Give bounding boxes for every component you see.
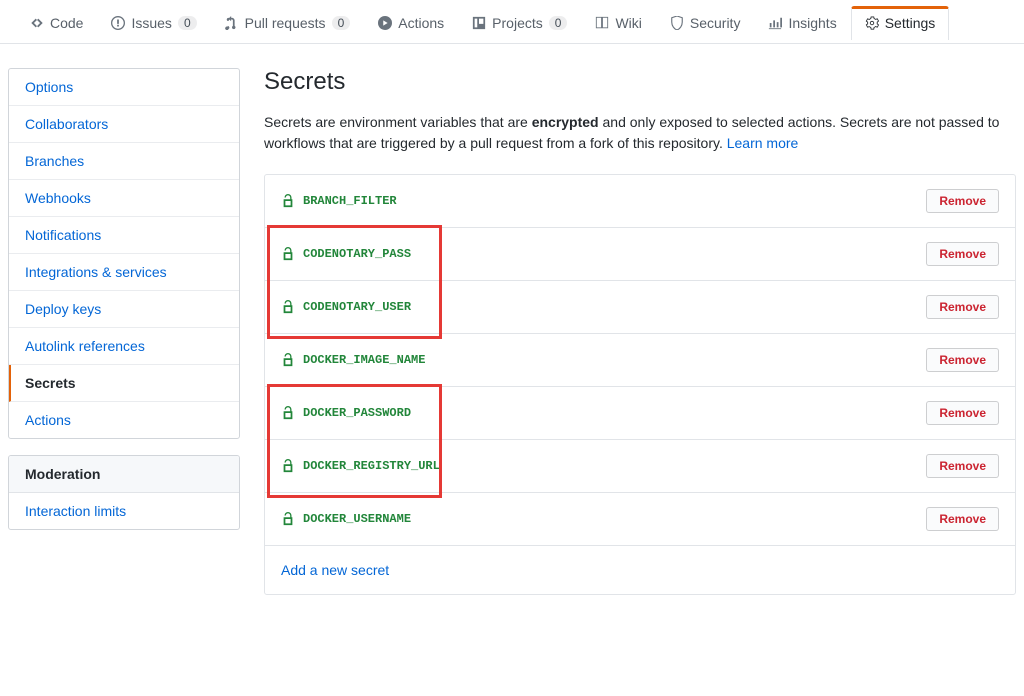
pulls-count: 0	[332, 16, 351, 30]
remove-button[interactable]: Remove	[926, 189, 999, 213]
lock-icon	[281, 247, 295, 261]
secret-name: BRANCH_FILTER	[303, 194, 397, 208]
play-icon	[378, 16, 392, 30]
lock-icon	[281, 300, 295, 314]
tab-security[interactable]: Security	[656, 5, 755, 40]
secret-left: CODENOTARY_PASS	[281, 247, 411, 261]
sidebar-item-branches[interactable]: Branches	[9, 143, 239, 180]
lock-icon	[281, 194, 295, 208]
remove-button[interactable]: Remove	[926, 242, 999, 266]
tab-wiki-label: Wiki	[615, 16, 641, 30]
tab-insights-label: Insights	[788, 16, 836, 30]
book-icon	[595, 16, 609, 30]
lock-icon	[281, 512, 295, 526]
secret-row: DOCKER_PASSWORD Remove	[265, 387, 1015, 440]
secret-row: CODENOTARY_USER Remove	[265, 281, 1015, 334]
settings-container: OptionsCollaboratorsBranchesWebhooksNoti…	[0, 44, 1024, 619]
remove-button[interactable]: Remove	[926, 507, 999, 531]
tab-projects[interactable]: Projects 0	[458, 5, 581, 40]
secret-left: DOCKER_PASSWORD	[281, 406, 411, 420]
secret-left: CODENOTARY_USER	[281, 300, 411, 314]
tab-actions[interactable]: Actions	[364, 5, 458, 40]
secret-row: DOCKER_IMAGE_NAME Remove	[265, 334, 1015, 387]
tab-issues[interactable]: Issues 0	[97, 5, 210, 40]
lock-icon	[281, 406, 295, 420]
tab-pulls[interactable]: Pull requests 0	[211, 5, 365, 40]
tab-security-label: Security	[690, 16, 741, 30]
secret-row: DOCKER_USERNAME Remove	[265, 493, 1015, 546]
sidebar-item-secrets[interactable]: Secrets	[9, 365, 239, 402]
tab-code-label: Code	[50, 16, 83, 30]
secret-name: DOCKER_REGISTRY_URL	[303, 459, 440, 473]
secret-row: CODENOTARY_PASS Remove	[265, 228, 1015, 281]
lock-icon	[281, 459, 295, 473]
tab-issues-label: Issues	[131, 16, 171, 30]
pull-request-icon	[225, 16, 239, 30]
secret-name: CODENOTARY_PASS	[303, 247, 411, 261]
learn-more-link[interactable]: Learn more	[727, 135, 799, 151]
tab-pulls-label: Pull requests	[245, 16, 326, 30]
tab-actions-label: Actions	[398, 16, 444, 30]
remove-button[interactable]: Remove	[926, 454, 999, 478]
sidebar-item-deploy-keys[interactable]: Deploy keys	[9, 291, 239, 328]
issues-count: 0	[178, 16, 197, 30]
secret-left: DOCKER_IMAGE_NAME	[281, 353, 425, 367]
secret-left: DOCKER_REGISTRY_URL	[281, 459, 440, 473]
gear-icon	[865, 16, 879, 30]
page-title: Secrets	[264, 68, 1016, 96]
remove-button[interactable]: Remove	[926, 295, 999, 319]
tab-settings-label: Settings	[885, 16, 936, 30]
moderation-menu: Moderation Interaction limits	[8, 455, 240, 530]
secret-row: DOCKER_REGISTRY_URL Remove	[265, 440, 1015, 493]
tab-wiki[interactable]: Wiki	[581, 5, 655, 40]
sidebar-item-webhooks[interactable]: Webhooks	[9, 180, 239, 217]
settings-sidebar: OptionsCollaboratorsBranchesWebhooksNoti…	[8, 68, 240, 595]
repo-nav: Code Issues 0 Pull requests 0 Actions Pr…	[0, 0, 1024, 44]
secret-row: BRANCH_FILTER Remove	[265, 175, 1015, 228]
sidebar-item-notifications[interactable]: Notifications	[9, 217, 239, 254]
sidebar-item-autolink-references[interactable]: Autolink references	[9, 328, 239, 365]
graph-icon	[768, 16, 782, 30]
tab-settings[interactable]: Settings	[851, 6, 950, 40]
desc-bold: encrypted	[532, 114, 599, 130]
projects-count: 0	[549, 16, 568, 30]
page-description: Secrets are environment variables that a…	[264, 112, 1016, 154]
secret-name: DOCKER_IMAGE_NAME	[303, 353, 425, 367]
sidebar-item-collaborators[interactable]: Collaborators	[9, 106, 239, 143]
tab-insights[interactable]: Insights	[754, 5, 850, 40]
desc-text-1: Secrets are environment variables that a…	[264, 114, 532, 130]
add-secret-row: Add a new secret	[265, 546, 1015, 594]
add-secret-link[interactable]: Add a new secret	[281, 562, 389, 578]
tab-code[interactable]: Code	[16, 5, 97, 40]
issue-icon	[111, 16, 125, 30]
secret-name: CODENOTARY_USER	[303, 300, 411, 314]
remove-button[interactable]: Remove	[926, 348, 999, 372]
project-icon	[472, 16, 486, 30]
lock-icon	[281, 353, 295, 367]
sidebar-item-actions[interactable]: Actions	[9, 402, 239, 438]
secret-left: DOCKER_USERNAME	[281, 512, 411, 526]
remove-button[interactable]: Remove	[926, 401, 999, 425]
moderation-heading: Moderation	[9, 456, 239, 493]
shield-icon	[670, 16, 684, 30]
sidebar-item-interaction-limits[interactable]: Interaction limits	[9, 493, 239, 529]
sidebar-item-integrations-services[interactable]: Integrations & services	[9, 254, 239, 291]
tab-projects-label: Projects	[492, 16, 543, 30]
settings-menu: OptionsCollaboratorsBranchesWebhooksNoti…	[8, 68, 240, 439]
secret-left: BRANCH_FILTER	[281, 194, 397, 208]
secret-name: DOCKER_USERNAME	[303, 512, 411, 526]
secret-name: DOCKER_PASSWORD	[303, 406, 411, 420]
secrets-list: BRANCH_FILTER Remove CODENOTARY_PASS Remove…	[264, 174, 1016, 595]
main-content: Secrets Secrets are environment variable…	[264, 68, 1016, 595]
code-icon	[30, 16, 44, 30]
sidebar-item-options[interactable]: Options	[9, 69, 239, 106]
